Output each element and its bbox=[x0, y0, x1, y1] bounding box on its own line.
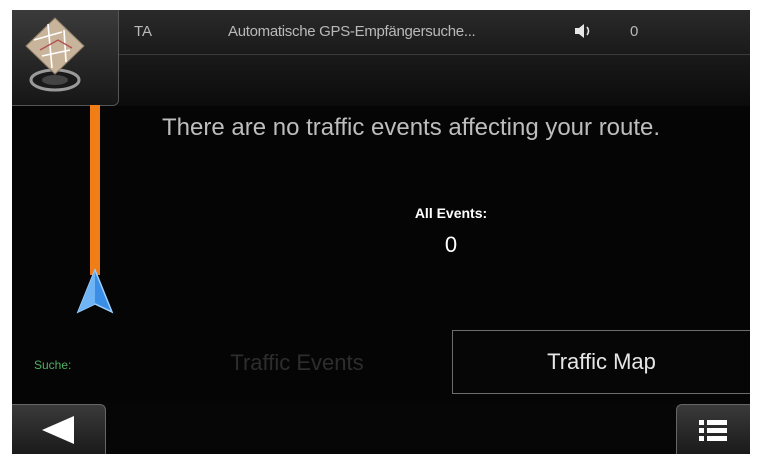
menu-list-icon bbox=[699, 420, 727, 441]
all-events-label: All Events: bbox=[414, 205, 488, 221]
bottom-bar bbox=[12, 404, 750, 454]
navigation-screen: TA Automatische GPS-Empfängersuche... 0 … bbox=[12, 10, 750, 454]
back-button[interactable] bbox=[12, 404, 106, 454]
traffic-events-button[interactable]: Traffic Events bbox=[162, 332, 432, 394]
menu-button[interactable] bbox=[676, 404, 750, 454]
map-icon bbox=[25, 17, 85, 92]
route-progress-bar bbox=[90, 105, 100, 275]
gps-status-text: Automatische GPS-Empfängersuche... bbox=[228, 23, 476, 40]
all-events-count: 0 bbox=[444, 232, 458, 257]
traffic-map-button[interactable]: Traffic Map bbox=[452, 330, 750, 394]
map-button[interactable] bbox=[12, 10, 119, 106]
header-background bbox=[118, 54, 750, 106]
no-events-message: There are no traffic events affecting yo… bbox=[162, 114, 661, 141]
ta-indicator[interactable]: TA bbox=[134, 23, 152, 40]
status-count: 0 bbox=[630, 23, 639, 40]
position-arrow-icon bbox=[76, 268, 114, 314]
search-label: Suche: bbox=[34, 358, 72, 372]
status-bar: TA Automatische GPS-Empfängersuche... 0 bbox=[118, 10, 750, 55]
back-arrow-icon bbox=[42, 416, 74, 444]
speaker-icon[interactable] bbox=[573, 22, 593, 40]
